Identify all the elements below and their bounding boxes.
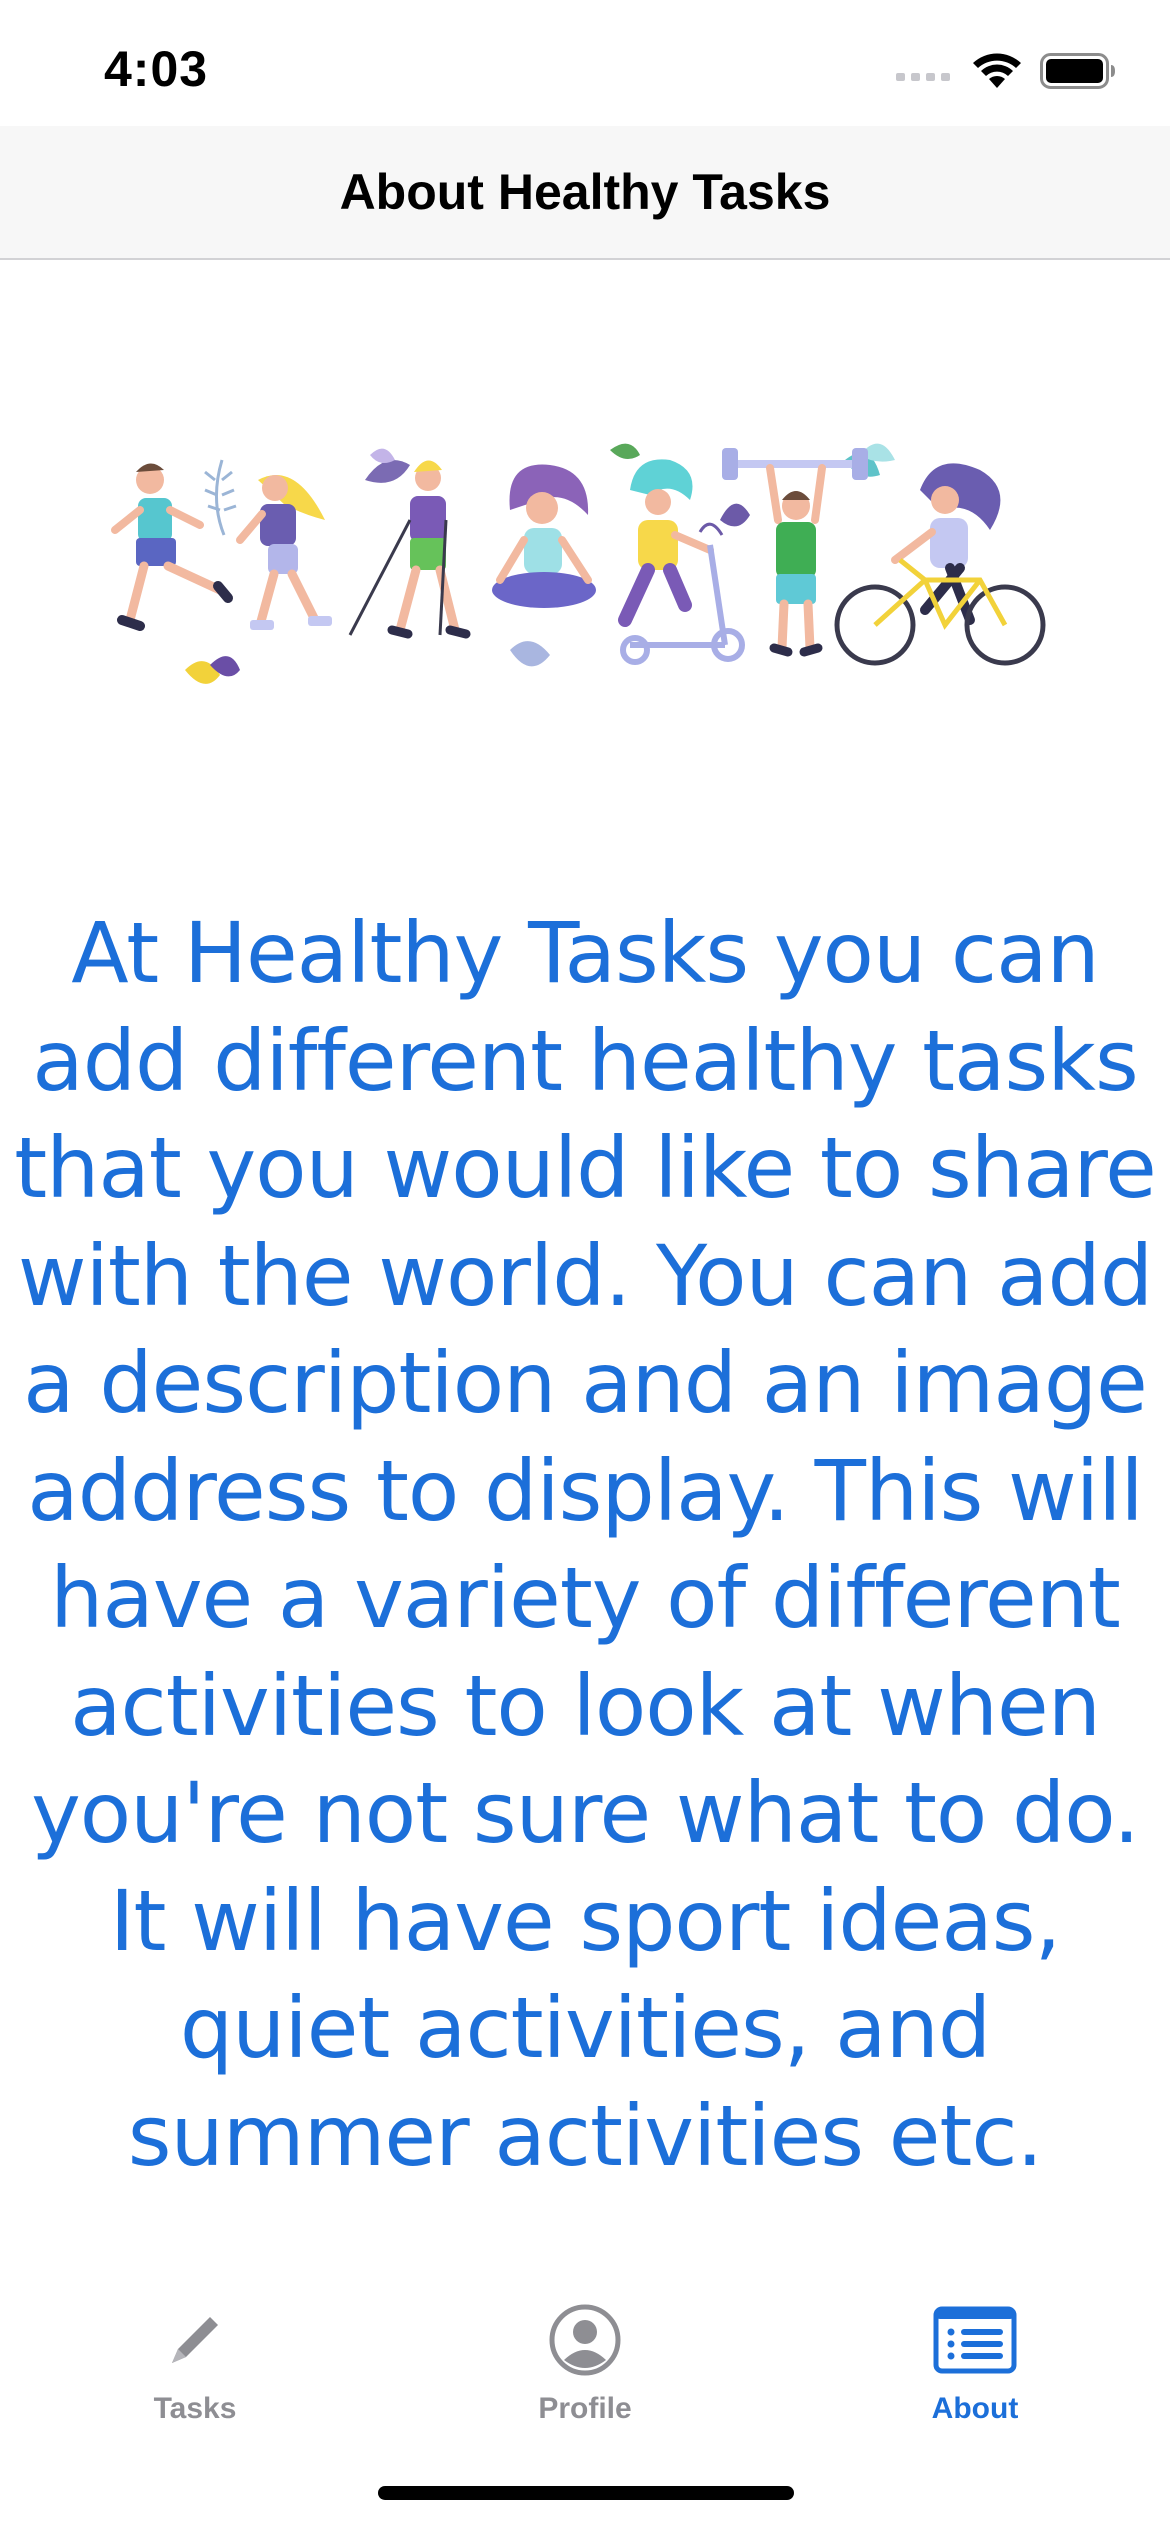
tab-label-about: About bbox=[931, 2392, 1019, 2425]
status-bar: 4:03 bbox=[0, 0, 1170, 126]
home-indicator[interactable] bbox=[378, 2486, 794, 2500]
status-time: 4:03 bbox=[104, 41, 209, 97]
tab-label-profile: Profile bbox=[538, 2392, 632, 2425]
pencil-icon bbox=[150, 2300, 240, 2380]
page-title: About Healthy Tasks bbox=[339, 164, 831, 220]
tab-label-tasks: Tasks bbox=[153, 2392, 237, 2425]
tab-about[interactable]: About bbox=[780, 2270, 1170, 2450]
list-card-icon bbox=[930, 2300, 1020, 2380]
navigation-bar: About Healthy Tasks bbox=[0, 126, 1170, 260]
tab-profile[interactable]: Profile bbox=[390, 2270, 780, 2450]
about-description: At Healthy Tasks you can add different h… bbox=[14, 904, 1157, 2185]
signal-icon bbox=[896, 61, 954, 86]
person-circle-icon bbox=[540, 2300, 630, 2380]
wifi-icon bbox=[972, 52, 1022, 95]
about-screen: 4:03 About Healthy Tasks At Healthy Task… bbox=[0, 0, 1170, 2532]
tab-tasks[interactable]: Tasks bbox=[0, 2270, 390, 2450]
status-icons bbox=[896, 52, 1116, 95]
battery-icon bbox=[1040, 53, 1116, 94]
healthy-activities-illustration bbox=[110, 420, 1060, 740]
